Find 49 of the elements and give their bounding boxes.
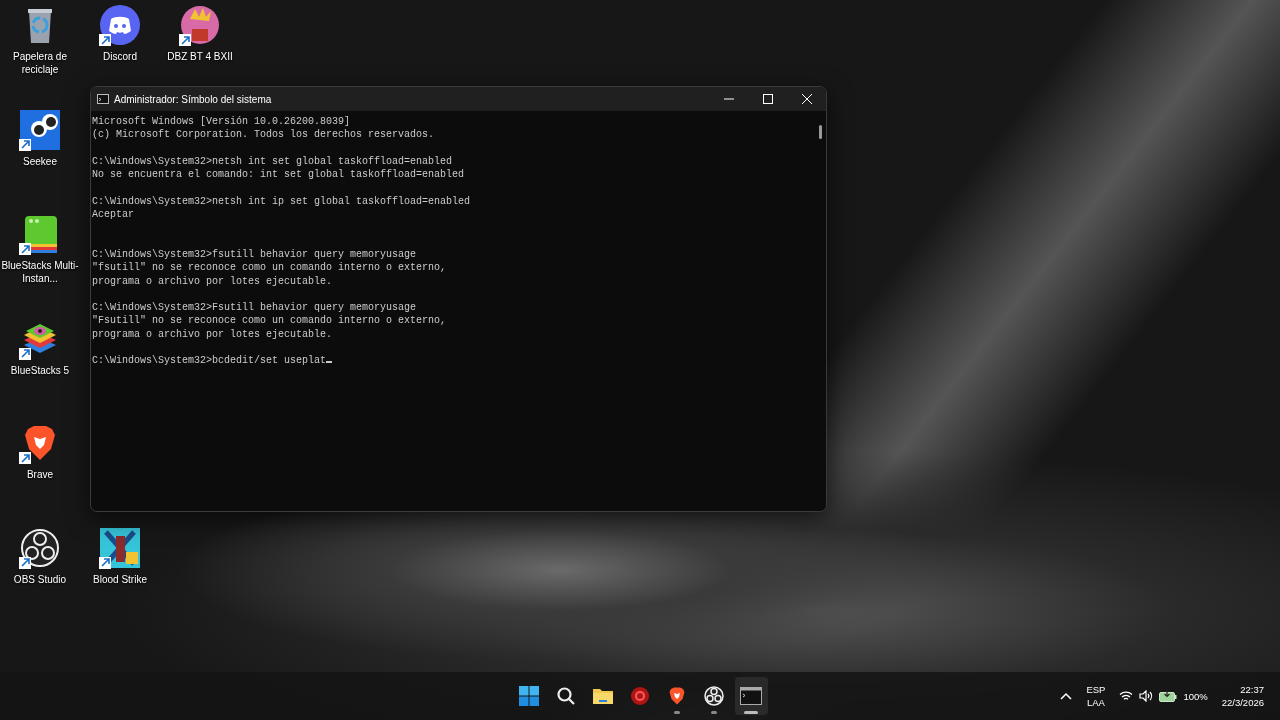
windows-logo-icon: [518, 685, 540, 707]
command-input-line[interactable]: C:\Windows\System32>bcdedit/set useplat: [92, 355, 327, 367]
game-cover-icon: [180, 5, 220, 45]
search-icon: [556, 686, 576, 706]
taskbar-app-button[interactable]: [734, 677, 768, 715]
lion-icon: [667, 686, 687, 706]
desktop-icon-label[interactable]: Papelera de reciclaje: [1, 50, 79, 76]
console-line: programa o archivo por lotes ejecutable.: [92, 275, 333, 287]
clock-date[interactable]: 22/3/2026: [1221, 696, 1264, 709]
console-line: Aceptar: [92, 209, 134, 221]
window-title: Administrador: Símbolo del sistema: [114, 93, 273, 105]
console-line: C:\Windows\System32>Fsutill behavior query memoryusage: [92, 302, 417, 314]
speaker-icon[interactable]: [1139, 690, 1154, 702]
folder-icon: [592, 686, 614, 706]
clock-time[interactable]: 22:37: [1240, 683, 1264, 696]
console-line: C:\Windows\System32>fsutill behavior query memoryusage: [92, 248, 417, 260]
gear-icon: [630, 686, 650, 706]
console-line: C:\Windows\System32>netsh int set global taskoffload=enabled: [92, 155, 453, 167]
chevron-up-icon[interactable]: [1060, 692, 1073, 700]
eyes-icon: [20, 109, 60, 150]
console-line: C:\Windows\System32>netsh int ip set global taskoffload=enabled: [92, 195, 471, 207]
console-line: "fsutill" no se reconoce como un comando interno o externo,: [92, 262, 447, 274]
discord-icon: [100, 5, 140, 45]
console-line: "Fsutill" no se reconoce como un comando interno o externo,: [92, 315, 447, 327]
console-line: Microsoft Windows [Versión 10.0.26200.8039]: [92, 116, 351, 127]
console-line: No se encuentra el comando: int set global taskoffload=enabled: [92, 169, 465, 181]
desktop-icon-label[interactable]: Discord: [81, 50, 159, 63]
battery-percentage: 100%: [1183, 689, 1208, 703]
wifi-icon[interactable]: [1119, 690, 1134, 702]
desktop-icon-label[interactable]: Blood Strike: [81, 572, 159, 586]
desktop-icon-label[interactable]: Brave: [1, 468, 79, 482]
desktop-icon-label[interactable]: Seekee: [1, 154, 79, 168]
game-cover-icon: [100, 527, 140, 568]
close-icon: [801, 94, 812, 104]
battery-charging-icon[interactable]: [1159, 690, 1178, 702]
obs-icon: [20, 527, 60, 568]
obs-icon: [704, 686, 724, 706]
desktop-icon-label[interactable]: BlueStacks 5: [1, 363, 79, 377]
desktop-icon-label[interactable]: DBZ BT 4 BXII: [161, 50, 239, 63]
terminal-icon: [740, 687, 762, 705]
desktop-icon-label[interactable]: OBS Studio: [1, 572, 79, 586]
scrollbar-thumb[interactable]: [819, 125, 822, 139]
language-indicator[interactable]: ESP: [1086, 683, 1106, 696]
console-line: programa o archivo por lotes ejecutable.: [92, 328, 333, 340]
terminal-icon: [97, 94, 109, 104]
keyboard-layout-indicator[interactable]: LAA: [1086, 696, 1105, 709]
desktop-icon-label[interactable]: BlueStacks Multi-Instan...: [1, 259, 79, 286]
maximize-icon: [762, 94, 773, 104]
console-line: (c) Microsoft Corporation. Todos los derechos reservados.: [92, 129, 435, 141]
